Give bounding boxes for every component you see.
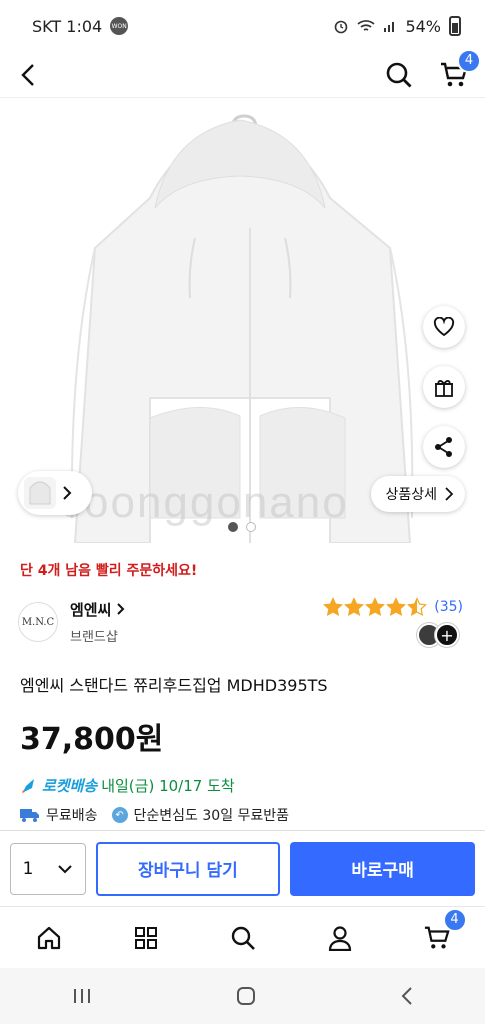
carousel-indicator [228, 522, 256, 532]
product-image-carousel[interactable]: coonggonano 상품상세 [0, 98, 485, 543]
tab-cart[interactable]: 4 [413, 907, 467, 962]
back-button[interactable] [16, 63, 40, 87]
thumbnail-gallery-button[interactable] [18, 471, 92, 515]
tab-my-account[interactable] [316, 914, 364, 962]
battery-icon [449, 16, 461, 36]
brand-logo[interactable]: M.N.C [18, 602, 58, 642]
brand-subtitle: 브랜드샵 [70, 630, 118, 645]
back-system-button[interactable] [401, 986, 413, 1006]
rocket-delivery-info: 로켓배송 내일(금) 10/17 도착 [20, 775, 235, 796]
brand-row: M.N.C 엠엔씨 브랜드샵 (35) + [18, 597, 463, 647]
battery-text: 54% [405, 16, 441, 36]
search-icon [386, 62, 412, 87]
grid-icon [134, 926, 157, 949]
truck-icon [20, 809, 39, 822]
tab-home[interactable] [25, 914, 73, 962]
home-system-button[interactable] [236, 986, 256, 1006]
wifi-icon [357, 20, 376, 31]
hoodie-thumbnail-icon [29, 481, 51, 505]
search-button[interactable] [385, 61, 413, 89]
gift-button[interactable] [423, 366, 465, 408]
share-button[interactable] [423, 426, 465, 468]
rocket-icon [22, 778, 34, 793]
gift-icon [435, 380, 453, 397]
delivery-date: 내일(금) 10/17 도착 [101, 777, 235, 795]
shipping-info: 무료배송 ↶ 단순변심도 30일 무료반품 [20, 805, 289, 825]
product-title: 엠엔씨 스탠다드 쮸리후드집업 MDHD395TS [20, 676, 328, 695]
search-icon [231, 926, 255, 950]
brand-name: 엠엔씨 [70, 601, 112, 619]
chevron-right-icon [445, 487, 453, 501]
return-icon: ↶ [111, 807, 128, 823]
recent-apps-icon [74, 989, 91, 1003]
rating-stars[interactable]: (35) [323, 597, 463, 617]
cart-button[interactable]: 4 [439, 48, 481, 89]
wishlist-button[interactable] [423, 306, 465, 348]
carousel-dot-active [228, 522, 238, 532]
recent-apps-button[interactable] [72, 987, 92, 1005]
heart-icon [433, 317, 455, 337]
add-to-cart-button[interactable]: 장바구니 담기 [95, 841, 281, 896]
chevron-left-icon [21, 63, 34, 86]
product-detail-button[interactable]: 상품상세 [371, 476, 465, 512]
cart-count-badge: 4 [457, 48, 481, 73]
star-icon [407, 597, 428, 617]
share-icon [435, 437, 452, 457]
alarm-icon [335, 20, 348, 34]
star-icon [386, 597, 407, 617]
top-nav: 4 [0, 48, 485, 98]
image-watermark: coonggonano [60, 478, 349, 527]
tab-search[interactable] [219, 914, 267, 962]
star-icon [365, 597, 386, 617]
color-options[interactable]: + [417, 623, 459, 647]
user-icon [328, 925, 351, 951]
brand-name-link[interactable]: 엠엔씨 [70, 599, 125, 620]
system-navigation-bar [0, 968, 485, 1024]
quantity-select[interactable]: 1 [10, 842, 86, 895]
stock-alert: 단 4개 남음 빨리 주문하세요! [20, 563, 198, 579]
back-arrow-icon [401, 987, 412, 1005]
star-icon [344, 597, 365, 617]
signal-icon [384, 22, 395, 32]
tab-categories[interactable] [122, 914, 170, 962]
product-detail-label: 상품상세 [385, 487, 437, 503]
star-icon [323, 597, 344, 617]
buy-now-button[interactable]: 바로구매 [290, 841, 475, 896]
rocket-delivery-tag: 로켓배송 [42, 777, 98, 795]
more-colors-icon: + [435, 623, 459, 647]
carrier-time: SKT 1:04 [32, 16, 103, 36]
chevron-down-icon [58, 864, 72, 873]
tab-cart-count-badge: 4 [442, 907, 467, 932]
home-circle-icon [237, 987, 256, 1005]
status-bar: SKT 1:04 WON 54% [0, 0, 485, 52]
thumbnail-image [24, 477, 56, 509]
review-count: (35) [434, 599, 463, 615]
purchase-bar: 1 장바구니 담기 바로구매 [0, 830, 485, 906]
won-icon: WON [110, 17, 129, 35]
quantity-value: 1 [22, 858, 34, 879]
free-return-label: 단순변심도 30일 무료반품 [133, 808, 290, 824]
free-shipping-label: 무료배송 [46, 808, 98, 824]
side-actions [423, 306, 465, 468]
bottom-tab-bar: 4 [0, 906, 485, 968]
home-icon [37, 926, 60, 949]
carousel-dot [246, 522, 256, 532]
chevron-right-icon [63, 486, 72, 500]
chevron-right-icon [116, 603, 125, 615]
product-price: 37,800원 [20, 722, 164, 757]
